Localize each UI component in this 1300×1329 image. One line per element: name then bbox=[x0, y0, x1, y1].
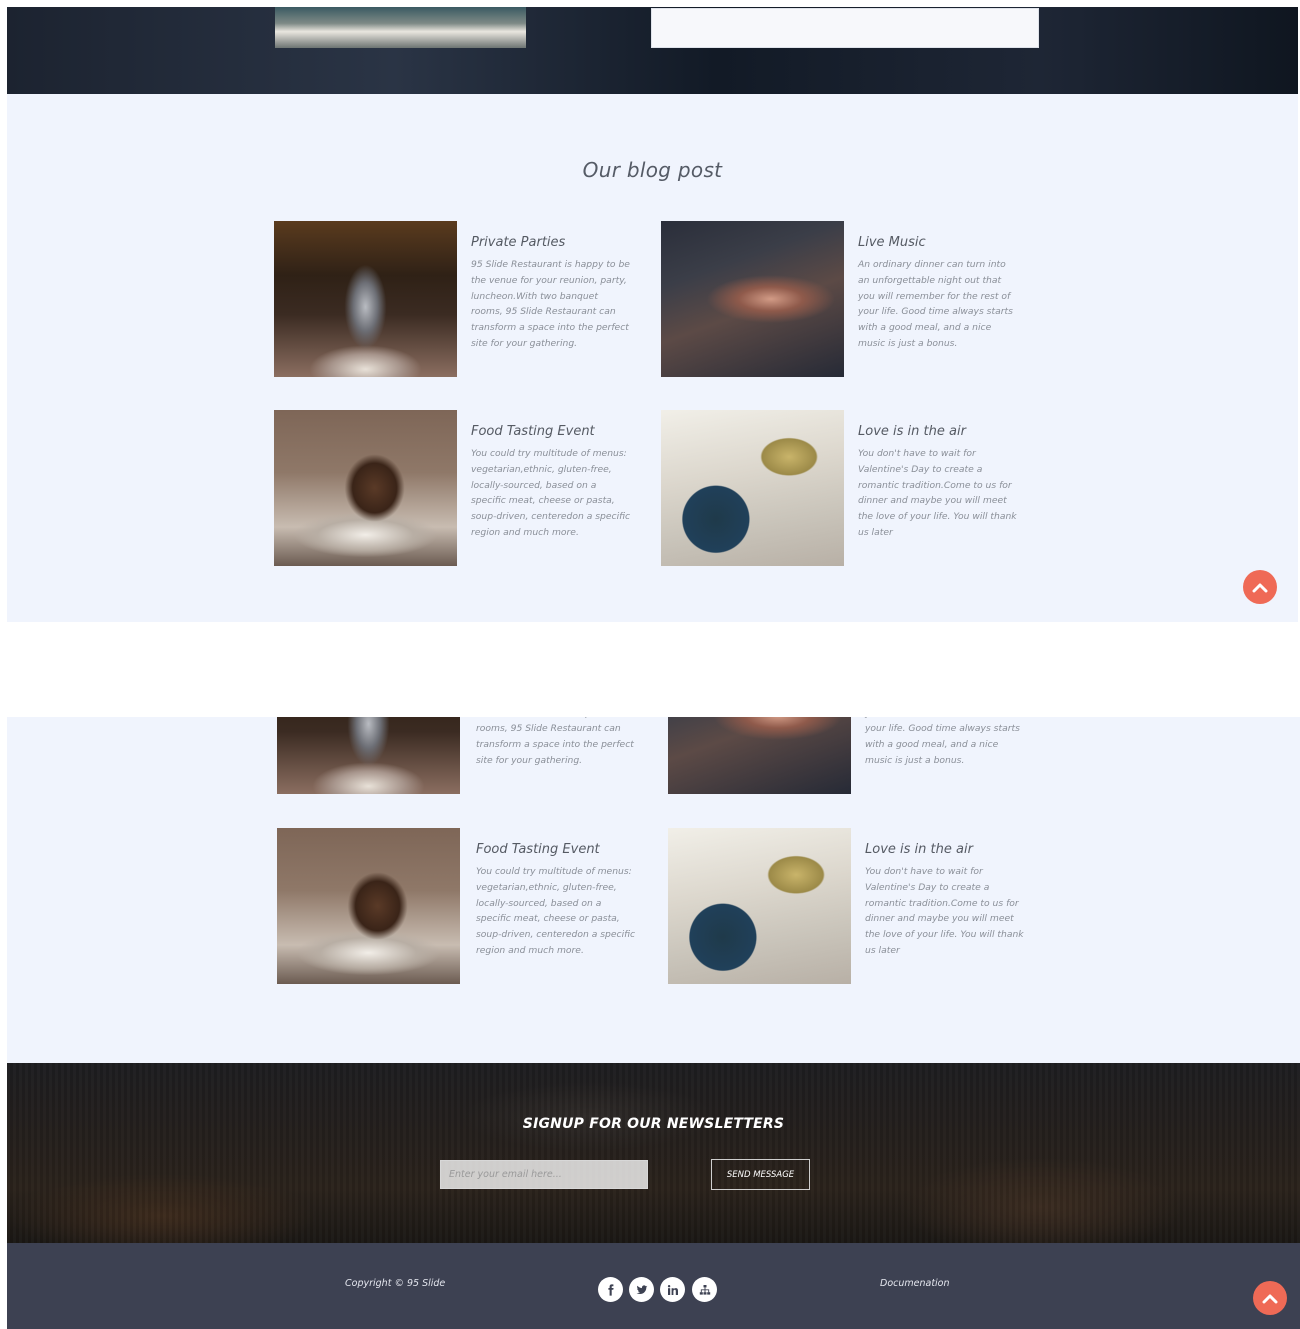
post-text-live-music: An ordinary dinner can turn into an unfo… bbox=[865, 717, 1020, 766]
post-title-love-in-air[interactable]: Love is in the air bbox=[865, 842, 1035, 857]
live-music-image[interactable] bbox=[668, 717, 851, 794]
post-title-private-parties[interactable]: Private Parties bbox=[471, 235, 641, 250]
post-text-private-parties: 95 Slide Restaurant is happy to be the v… bbox=[471, 259, 630, 349]
newsletter-title: SIGNUP FOR OUR NEWSLETTERS bbox=[522, 1116, 785, 1132]
post-text-love-in-air: You don't have to wait for Valentine's D… bbox=[858, 448, 1017, 538]
blog-section: Our blog post Private Parties 95 Slide R… bbox=[7, 94, 1298, 622]
post-title-live-music[interactable]: Live Music bbox=[858, 235, 1028, 250]
newsletter-background-overlay bbox=[7, 1063, 1300, 1243]
blog-section-scrolled: Private Parties 95 Slide Restaurant is h… bbox=[7, 717, 1300, 1063]
newsletter-email-input[interactable] bbox=[440, 1160, 648, 1189]
scroll-to-top-button[interactable] bbox=[1243, 570, 1277, 604]
footer: Copyright © 95 Slide Documenation bbox=[7, 1243, 1300, 1329]
post-text-love-in-air: You don't have to wait for Valentine's D… bbox=[865, 866, 1024, 956]
love-in-air-image[interactable] bbox=[668, 828, 851, 984]
copyright-text: Copyright © 95 Slide bbox=[345, 1278, 446, 1289]
linkedin-icon[interactable] bbox=[660, 1277, 685, 1302]
blog-title: Our blog post bbox=[582, 158, 723, 182]
hero-strip bbox=[7, 7, 1298, 94]
love-in-air-image[interactable] bbox=[661, 410, 844, 566]
live-music-image[interactable] bbox=[661, 221, 844, 377]
post-title-food-tasting[interactable]: Food Tasting Event bbox=[471, 424, 641, 439]
post-text-food-tasting: You could try multitude of menus: vegeta… bbox=[471, 448, 631, 538]
documentation-link[interactable]: Documenation bbox=[880, 1278, 950, 1289]
post-text-private-parties: 95 Slide Restaurant is happy to be the v… bbox=[476, 717, 634, 766]
facebook-icon[interactable] bbox=[598, 1277, 623, 1302]
food-tasting-image[interactable] bbox=[277, 828, 460, 984]
chevron-up-icon bbox=[1252, 583, 1268, 593]
post-title-love-in-air[interactable]: Love is in the air bbox=[858, 424, 1028, 439]
post-text-live-music: An ordinary dinner can turn into an unfo… bbox=[858, 259, 1013, 349]
food-tasting-image[interactable] bbox=[274, 410, 457, 566]
hero-white-panel bbox=[651, 8, 1039, 48]
send-message-button[interactable]: SEND MESSAGE bbox=[711, 1159, 810, 1190]
scroll-to-top-button[interactable] bbox=[1253, 1281, 1287, 1315]
newsletter-section: SIGNUP FOR OUR NEWSLETTERS SEND MESSAGE bbox=[7, 1063, 1300, 1243]
chevron-up-icon bbox=[1262, 1294, 1278, 1304]
post-title-food-tasting[interactable]: Food Tasting Event bbox=[476, 842, 646, 857]
private-parties-image[interactable] bbox=[277, 717, 460, 794]
post-text-food-tasting: You could try multitude of menus: vegeta… bbox=[476, 866, 636, 956]
sitemap-icon[interactable] bbox=[692, 1277, 717, 1302]
private-parties-image[interactable] bbox=[274, 221, 457, 377]
hero-thumbnail-image bbox=[275, 7, 526, 48]
twitter-icon[interactable] bbox=[629, 1277, 654, 1302]
